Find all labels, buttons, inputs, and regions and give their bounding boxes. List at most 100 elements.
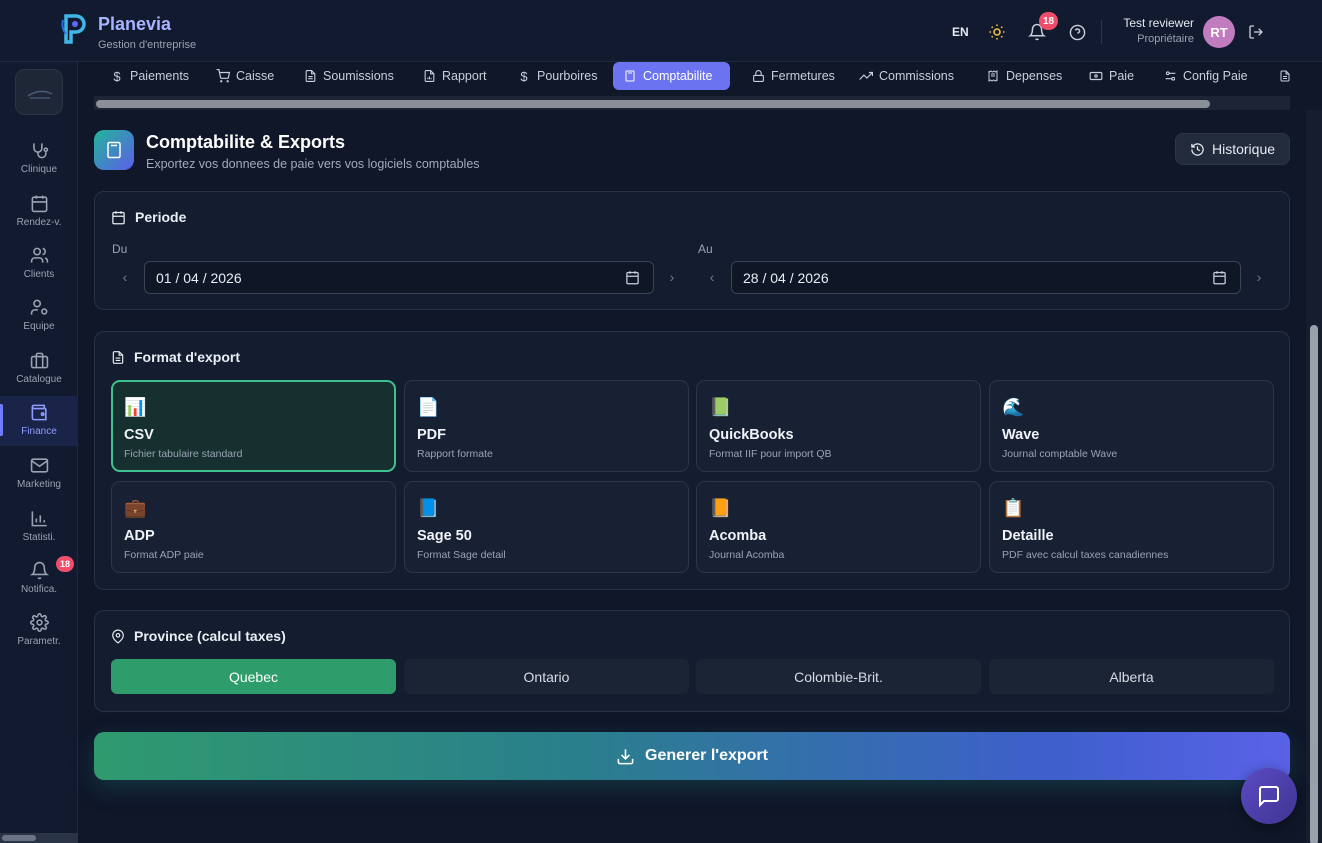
tab-paie[interactable]: Paie xyxy=(1079,62,1144,90)
file-icon xyxy=(1278,69,1290,83)
lock-icon xyxy=(751,69,765,83)
sidebar-item-marketing[interactable]: Marketing xyxy=(0,451,78,499)
cart-icon xyxy=(216,69,230,83)
from-date-input[interactable]: 01 / 04 / 2026 xyxy=(144,261,654,294)
language-toggle[interactable]: EN xyxy=(952,25,969,39)
app-name: Planevia xyxy=(98,14,172,34)
calendar-icon xyxy=(29,193,49,213)
tab-label: Commissions xyxy=(879,69,955,83)
sidebar-item-label: Notifica. xyxy=(20,584,58,595)
user-cog-icon xyxy=(29,297,49,317)
wallet-icon xyxy=(29,402,49,422)
sidebar-item-parametres[interactable]: Parametr. xyxy=(0,608,78,656)
sidebar-item-label: Catalogue xyxy=(16,374,62,385)
chevron-left-icon[interactable]: ‹ xyxy=(704,269,720,285)
tab-rapport[interactable]: Rapport xyxy=(412,62,496,90)
file-icon xyxy=(111,350,125,365)
header-divider xyxy=(1101,20,1102,44)
logout-icon[interactable] xyxy=(1246,22,1266,42)
format-option-acomba[interactable]: 📙 Acomba Journal Acomba xyxy=(696,481,981,573)
format-option-detaille[interactable]: 📋 Detaille PDF avec calcul taxes canadie… xyxy=(989,481,1274,573)
export-format-card: Format d'export 📊 CSV Fichier tabulaire … xyxy=(94,331,1290,590)
document-emoji-icon: 📄 xyxy=(417,397,440,417)
tab-config-paie[interactable]: Config Paie xyxy=(1153,62,1258,90)
blue-book-icon: 📘 xyxy=(417,498,440,518)
help-icon[interactable] xyxy=(1067,22,1087,42)
dollar-icon: $ xyxy=(520,68,528,84)
calendar-icon[interactable] xyxy=(625,270,641,286)
province-option-alberta[interactable]: Alberta xyxy=(989,659,1274,694)
province-option-ontario[interactable]: Ontario xyxy=(404,659,689,694)
bar-chart-icon xyxy=(29,508,49,528)
notification-badge: 18 xyxy=(1039,12,1059,30)
sun-icon[interactable] xyxy=(987,22,1007,42)
sidebar-item-finance[interactable]: Finance xyxy=(0,396,78,446)
sidebar-scrollbar[interactable] xyxy=(0,833,78,843)
tab-comptabilite[interactable]: Comptabilite xyxy=(613,62,730,90)
sidebar-item-label: Clients xyxy=(23,269,55,280)
calculator-icon xyxy=(623,69,637,83)
to-date-value: 28 / 04 / 2026 xyxy=(743,269,829,286)
tab-fermetures[interactable]: Fermetures xyxy=(741,62,845,90)
sidebar-item-clients[interactable]: Clients xyxy=(0,241,78,289)
tab-label: Rapport xyxy=(442,69,487,83)
tab-label: Fermetures xyxy=(771,69,835,83)
province-title: Province (calcul taxes) xyxy=(111,628,286,644)
brand[interactable]: Planevia Gestion d'entreprise xyxy=(60,12,196,51)
sidebar-item-rendez-vous[interactable]: Rendez-v. xyxy=(0,189,78,237)
sidebar-item-catalogue[interactable]: Catalogue xyxy=(0,346,78,394)
format-option-csv[interactable]: 📊 CSV Fichier tabulaire standard xyxy=(111,380,396,472)
tab-soumissions[interactable]: Soumissions xyxy=(293,62,404,90)
tab-pourboires[interactable]: $ Pourboires xyxy=(507,62,607,90)
receipt-icon xyxy=(986,69,1000,83)
chevron-left-icon[interactable]: ‹ xyxy=(117,269,133,285)
province-option-colombie-brit[interactable]: Colombie-Brit. xyxy=(696,659,981,694)
tab-more[interactable] xyxy=(1268,62,1290,90)
green-book-icon: 📗 xyxy=(709,397,732,417)
chevron-right-icon[interactable]: › xyxy=(664,269,680,285)
briefcase-emoji-icon: 💼 xyxy=(124,498,147,518)
page-subtitle: Exportez vos donnees de paie vers vos lo… xyxy=(146,157,480,171)
tab-label: Paiements xyxy=(130,69,190,83)
calendar-icon[interactable] xyxy=(1212,270,1228,286)
sidebar-item-label: Finance xyxy=(21,426,57,437)
sidebar-item-label: Statisti. xyxy=(22,532,56,543)
sidebar-item-clinique[interactable]: Clinique xyxy=(0,136,78,184)
generate-export-label: Generer l'export xyxy=(645,747,768,764)
to-date-input[interactable]: 28 / 04 / 2026 xyxy=(731,261,1241,294)
business-logo[interactable] xyxy=(15,69,63,115)
tabs-scrollbar[interactable] xyxy=(94,96,1290,110)
format-option-sage-50[interactable]: 📘 Sage 50 Format Sage detail xyxy=(404,481,689,573)
format-name: QuickBooks xyxy=(709,427,794,443)
sidebar-item-statistiques[interactable]: Statisti. xyxy=(0,504,78,552)
tab-commissions[interactable]: Commissions xyxy=(849,62,964,90)
chevron-right-icon[interactable]: › xyxy=(1251,269,1267,285)
format-option-quickbooks[interactable]: 📗 QuickBooks Format IIF pour import QB xyxy=(696,380,981,472)
sliders-icon xyxy=(1163,69,1177,83)
format-option-wave[interactable]: 🌊 Wave Journal comptable Wave xyxy=(989,380,1274,472)
calendar-icon xyxy=(111,210,126,225)
user-role: Propriétaire xyxy=(1137,33,1194,45)
tab-paiements[interactable]: $ Paiements xyxy=(100,62,199,90)
sidebar-item-equipe[interactable]: Equipe xyxy=(0,293,78,341)
format-option-adp[interactable]: 💼 ADP Format ADP paie xyxy=(111,481,396,573)
period-card: Periode Du ‹ 01 / 04 / 2026 › Au ‹ 28 / … xyxy=(94,191,1290,310)
history-button[interactable]: Historique xyxy=(1175,133,1290,165)
format-desc: PDF avec calcul taxes canadiennes xyxy=(1002,549,1169,561)
tab-caisse[interactable]: Caisse xyxy=(206,62,284,90)
main-scrollbar[interactable] xyxy=(1306,110,1322,843)
sidebar-item-label: Parametr. xyxy=(17,636,61,647)
generate-export-button[interactable]: Generer l'export xyxy=(94,732,1290,780)
format-option-pdf[interactable]: 📄 PDF Rapport formate xyxy=(404,380,689,472)
province-card: Province (calcul taxes) Quebec Ontario C… xyxy=(94,610,1290,712)
avatar[interactable]: RT xyxy=(1203,16,1235,48)
province-option-quebec[interactable]: Quebec xyxy=(111,659,396,694)
to-label: Au xyxy=(698,242,713,256)
chat-button[interactable] xyxy=(1241,768,1297,824)
file-icon xyxy=(303,69,317,83)
tab-depenses[interactable]: Depenses xyxy=(976,62,1072,90)
user-info[interactable]: Test reviewer Propriétaire xyxy=(1110,16,1194,45)
period-title-text: Periode xyxy=(135,209,187,225)
app-logo xyxy=(60,12,88,46)
download-icon xyxy=(616,747,635,766)
